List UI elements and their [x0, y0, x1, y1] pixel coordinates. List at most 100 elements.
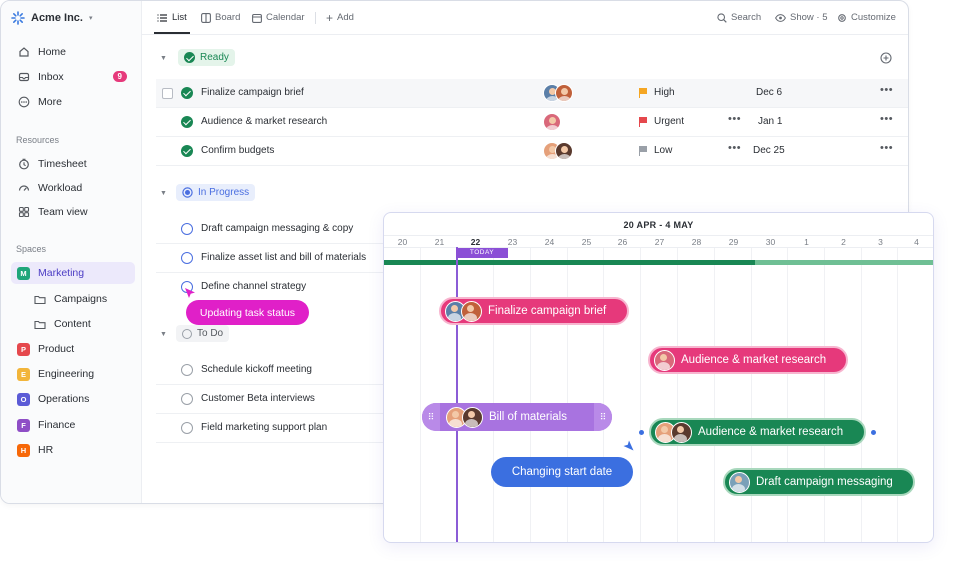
row-checkbox[interactable] [162, 88, 173, 99]
table-row[interactable]: Draft campaign messaging & copy [156, 215, 384, 244]
group-in-progress[interactable]: In Progress [176, 184, 256, 201]
drag-handle-left-icon[interactable]: ⠿ [422, 403, 440, 431]
workspace-switcher[interactable]: Acme Inc. ▾ [11, 11, 92, 25]
task-name[interactable]: Audience & market research [201, 116, 327, 127]
group-ready[interactable]: Ready [178, 49, 235, 66]
priority-label: Urgent [654, 116, 685, 127]
status-complete-icon[interactable] [181, 145, 193, 157]
group-todo[interactable]: To Do [176, 325, 230, 342]
table-row[interactable]: Confirm budgets Low ••• Dec 25 ••• [156, 137, 908, 166]
row-more-icon[interactable]: ••• [880, 113, 893, 125]
cursor-arrow-icon [185, 288, 195, 298]
drag-handle-right-icon[interactable]: ⠿ [594, 403, 612, 431]
gantt-bar[interactable]: Audience & market research [649, 418, 866, 446]
cell-more-icon[interactable]: ••• [728, 142, 741, 154]
sidebar-item-team-view[interactable]: Team view [11, 201, 135, 223]
table-row[interactable]: Audience & market research Urgent ••• Ja… [156, 108, 908, 137]
sidebar-item-product[interactable]: P Product [11, 338, 135, 360]
add-view-button[interactable]: + Add [326, 10, 354, 25]
table-row[interactable]: Field marketing support plan [156, 414, 384, 443]
task-name[interactable]: Customer Beta interviews [201, 393, 315, 404]
tab-list[interactable]: List [157, 12, 187, 23]
sidebar-item-timesheet[interactable]: Timesheet [11, 153, 135, 175]
gantt-bar-label: Finalize campaign brief [488, 305, 607, 317]
status-todo-icon[interactable] [181, 364, 193, 376]
sidebar-item-engineering[interactable]: E Engineering [11, 363, 135, 385]
gantt-bar-dragging[interactable]: ⠿ Bill of materials ⠿ [422, 403, 612, 431]
show-columns-button[interactable]: Show · 5 [775, 12, 828, 23]
task-name[interactable]: Field marketing support plan [201, 422, 327, 433]
timeline-day: 27 [654, 237, 665, 247]
priority-cell[interactable]: Urgent [639, 116, 684, 127]
inbox-count-badge: 9 [112, 71, 127, 82]
sidebar-item-more[interactable]: More [11, 91, 135, 113]
timeline-day-header: 20 21 22 23 24 25 26 27 28 29 30 1 2 3 4 [384, 235, 933, 248]
search-button[interactable]: Search [717, 12, 761, 23]
table-row[interactable]: Finalize campaign brief High Dec 6 ••• [156, 79, 908, 108]
workspace-logo-icon [11, 11, 25, 25]
timesheet-icon [17, 158, 30, 171]
table-row[interactable]: Customer Beta interviews [156, 385, 384, 414]
grid-line [714, 248, 715, 542]
collapse-ready-caret[interactable]: ▼ [160, 55, 167, 62]
tab-label: Calendar [266, 12, 305, 23]
sidebar-item-marketing[interactable]: M Marketing [11, 262, 135, 284]
due-date[interactable]: Dec 6 [756, 87, 782, 98]
gantt-bar[interactable]: Draft campaign messaging [723, 468, 915, 496]
status-complete-icon[interactable] [181, 87, 193, 99]
priority-cell[interactable]: High [639, 87, 675, 98]
due-date[interactable]: Jan 1 [758, 116, 782, 127]
add-task-circle-icon[interactable] [880, 52, 892, 64]
dependency-dot-right[interactable] [871, 430, 876, 435]
tab-board[interactable]: Board [201, 12, 240, 23]
grid-line [603, 248, 604, 542]
avatar [671, 421, 692, 443]
due-date[interactable]: Dec 25 [753, 145, 785, 156]
task-name[interactable]: Define channel strategy [201, 281, 306, 292]
collapse-in-progress-caret[interactable]: ▼ [160, 190, 167, 197]
task-name[interactable]: Draft campaign messaging & copy [201, 223, 353, 234]
sidebar-item-campaigns[interactable]: Campaigns [27, 288, 135, 310]
dependency-dot-left[interactable] [639, 430, 644, 435]
gantt-bar[interactable]: Finalize campaign brief [439, 297, 629, 325]
updating-status-tooltip: Updating task status [186, 300, 309, 325]
table-row[interactable]: Schedule kickoff meeting [156, 356, 384, 385]
sidebar-item-operations[interactable]: O Operations [11, 388, 135, 410]
timeline-day: 26 [617, 237, 628, 247]
task-name[interactable]: Finalize asset list and bill of material… [201, 252, 366, 263]
status-todo-icon[interactable] [181, 422, 193, 434]
sidebar-item-content[interactable]: Content [27, 313, 135, 335]
sidebar-item-workload[interactable]: Workload [11, 177, 135, 199]
sidebar-item-finance[interactable]: F Finance [11, 414, 135, 436]
timeline-date-range: 20 APR - 4 MAY [623, 220, 694, 230]
priority-cell[interactable]: Low [639, 145, 672, 156]
status-complete-icon[interactable] [181, 116, 193, 128]
plus-icon: + [326, 10, 334, 25]
sidebar-item-label: Team view [38, 206, 88, 218]
cell-more-icon[interactable]: ••• [728, 113, 741, 125]
assignees[interactable] [543, 84, 573, 107]
task-name[interactable]: Finalize campaign brief [201, 87, 304, 98]
more-icon [17, 96, 30, 109]
status-open-icon[interactable] [181, 252, 193, 264]
status-open-icon[interactable] [181, 223, 193, 235]
sidebar-item-hr[interactable]: H HR [11, 439, 135, 461]
today-label: TODAY [456, 248, 508, 258]
table-row[interactable]: Finalize asset list and bill of material… [156, 244, 384, 273]
assignees[interactable] [543, 113, 561, 136]
collapse-todo-caret[interactable]: ▼ [160, 331, 167, 338]
status-todo-icon[interactable] [181, 393, 193, 405]
customize-button[interactable]: Customize [837, 12, 896, 23]
grid-line [897, 248, 898, 542]
sidebar-item-inbox[interactable]: Inbox 9 [11, 66, 135, 88]
row-more-icon[interactable]: ••• [880, 84, 893, 96]
sidebar: Acme Inc. ▾ Home Inbox 9 More Resources [1, 1, 142, 503]
gantt-bar[interactable]: Audience & market research [648, 346, 848, 374]
row-more-icon[interactable]: ••• [880, 142, 893, 154]
task-name[interactable]: Confirm budgets [201, 145, 274, 156]
tab-calendar[interactable]: Calendar [252, 12, 305, 23]
timeline-day: 1 [804, 237, 809, 247]
assignees[interactable] [543, 142, 573, 165]
sidebar-item-home[interactable]: Home [11, 41, 135, 63]
task-name[interactable]: Schedule kickoff meeting [201, 364, 312, 375]
